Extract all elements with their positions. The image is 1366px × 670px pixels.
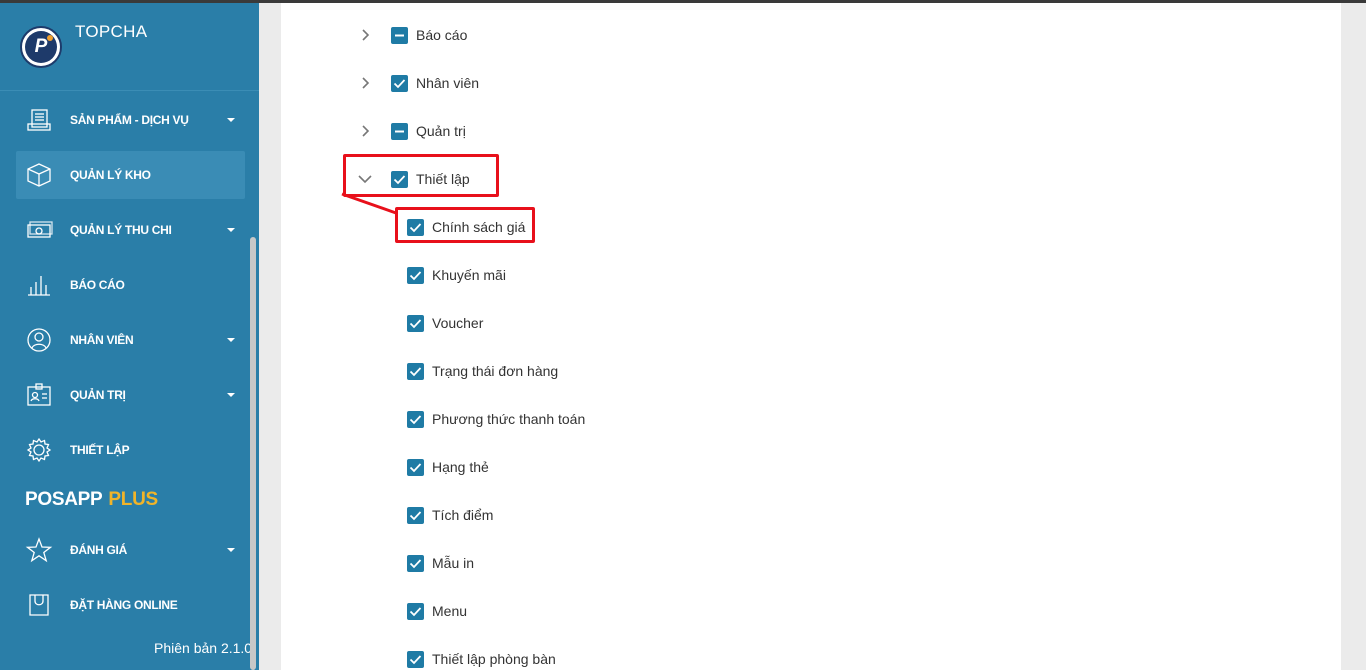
highlight-box-price-policy: [395, 207, 535, 243]
sidebar: P TOPCHA SẢN PHẨM - DỊCH VỤ QUẢN LÝ KHO: [0, 3, 259, 670]
posapp-plus-title: POSAPP PLUS: [25, 489, 158, 511]
version-label: Phiên bản 2.1.0: [154, 640, 253, 656]
sidebar-item-label: SẢN PHẨM - DỊCH VỤ: [70, 113, 189, 127]
tree-item-table-setup[interactable]: Thiết lập phòng bàn: [407, 647, 556, 670]
tree-label: Menu: [432, 603, 468, 619]
checked-checkbox-icon[interactable]: [407, 506, 424, 524]
bag-icon: [25, 591, 53, 619]
sidebar-item-label: QUẢN LÝ KHO: [70, 168, 151, 182]
products-icon: [25, 106, 53, 134]
checked-checkbox-icon[interactable]: [407, 602, 424, 620]
checked-checkbox-icon[interactable]: [407, 266, 424, 284]
tree-item-payment-method[interactable]: Phương thức thanh toán: [407, 407, 585, 431]
section-title-main: POSAPP: [25, 489, 103, 510]
chevron-down-icon: [227, 393, 235, 397]
money-icon: [25, 216, 53, 244]
chevron-right-icon[interactable]: [356, 74, 374, 92]
tree-item-card-tier[interactable]: Hạng thẻ: [407, 455, 489, 479]
right-gutter: [1341, 3, 1366, 670]
sidebar-item-label: ĐẶT HÀNG ONLINE: [70, 598, 178, 612]
checked-checkbox-icon[interactable]: [407, 650, 424, 668]
sidebar-item-staff[interactable]: NHÂN VIÊN: [16, 316, 245, 364]
sidebar-scrollbar[interactable]: [250, 237, 256, 670]
star-icon: [25, 536, 53, 564]
sidebar-item-label: QUẢN TRỊ: [70, 388, 126, 402]
tree-item-voucher[interactable]: Voucher: [407, 311, 483, 335]
tree-item-menu[interactable]: Menu: [407, 599, 467, 623]
tree-item-loyalty-points[interactable]: Tích điểm: [407, 503, 493, 527]
sidebar-item-settings[interactable]: THIẾT LẬP: [16, 426, 245, 474]
sidebar-item-reports[interactable]: BÁO CÁO: [16, 261, 245, 309]
tree-item-promotion[interactable]: Khuyến mãi: [407, 263, 506, 287]
chevron-right-icon[interactable]: [356, 26, 374, 44]
tree-label: Tích điểm: [432, 507, 494, 523]
tree-label: Phương thức thanh toán: [432, 411, 586, 427]
brand-logo[interactable]: P: [20, 26, 62, 68]
user-icon: [25, 326, 53, 354]
tree-group-reports-checkbox[interactable]: Báo cáo: [391, 23, 467, 47]
chevron-down-icon: [227, 338, 235, 342]
sidebar-item-finance[interactable]: QUẢN LÝ THU CHI: [16, 206, 245, 254]
checked-checkbox-icon[interactable]: [407, 362, 424, 380]
permissions-panel: Báo cáo Nhân viên Quản trị Thiết lập Chí…: [281, 3, 1341, 670]
sidebar-item-products[interactable]: SẢN PHẨM - DỊCH VỤ: [16, 96, 245, 144]
chevron-right-icon[interactable]: [356, 122, 374, 140]
chevron-down-icon: [227, 548, 235, 552]
chart-icon: [25, 271, 53, 299]
sidebar-item-label: QUẢN LÝ THU CHI: [70, 223, 172, 237]
chevron-down-icon: [227, 118, 235, 122]
top-border: [0, 0, 1366, 3]
logo-dot: [47, 35, 53, 41]
tree-label: Mẫu in: [432, 555, 475, 571]
id-card-icon: [25, 381, 53, 409]
sidebar-item-online-order[interactable]: ĐẶT HÀNG ONLINE: [16, 581, 245, 629]
tree-group-staff-checkbox[interactable]: Nhân viên: [391, 71, 479, 95]
chevron-down-icon: [227, 228, 235, 232]
tree-item-print-template[interactable]: Mẫu in: [407, 551, 474, 575]
checked-checkbox-icon[interactable]: [391, 74, 408, 92]
tree-label: Hạng thẻ: [432, 459, 489, 475]
checked-checkbox-icon[interactable]: [407, 458, 424, 476]
tree-label: Thiết lập phòng bàn: [432, 651, 556, 667]
gear-icon: [25, 436, 53, 464]
box-icon: [25, 161, 53, 189]
sidebar-item-inventory[interactable]: QUẢN LÝ KHO: [16, 151, 245, 199]
sidebar-item-label: ĐÁNH GIÁ: [70, 543, 127, 557]
section-title-plus: PLUS: [108, 489, 158, 510]
tree-label: Khuyến mãi: [432, 267, 506, 283]
highlight-connector: [341, 192, 397, 215]
brand-header: P TOPCHA: [0, 3, 259, 91]
indeterminate-checkbox-icon[interactable]: [391, 122, 408, 140]
checked-checkbox-icon[interactable]: [407, 314, 424, 332]
tree-label: Nhân viên: [416, 75, 480, 91]
brand-name: TOPCHA: [75, 22, 148, 41]
checked-checkbox-icon[interactable]: [407, 554, 424, 572]
sidebar-item-label: THIẾT LẬP: [70, 443, 130, 457]
sidebar-item-reviews[interactable]: ĐÁNH GIÁ: [16, 526, 245, 574]
tree-group-admin-checkbox[interactable]: Quản trị: [391, 119, 466, 143]
sidebar-item-label: NHÂN VIÊN: [70, 333, 134, 347]
tree-label: Voucher: [432, 315, 484, 331]
tree-label: Báo cáo: [416, 27, 468, 43]
tree-label: Trạng thái đơn hàng: [432, 363, 559, 379]
tree-label: Quản trị: [416, 123, 466, 139]
indeterminate-checkbox-icon[interactable]: [391, 26, 408, 44]
tree-item-order-status[interactable]: Trạng thái đơn hàng: [407, 359, 558, 383]
checked-checkbox-icon[interactable]: [407, 410, 424, 428]
sidebar-item-label: BÁO CÁO: [70, 278, 125, 292]
sidebar-item-admin[interactable]: QUẢN TRỊ: [16, 371, 245, 419]
